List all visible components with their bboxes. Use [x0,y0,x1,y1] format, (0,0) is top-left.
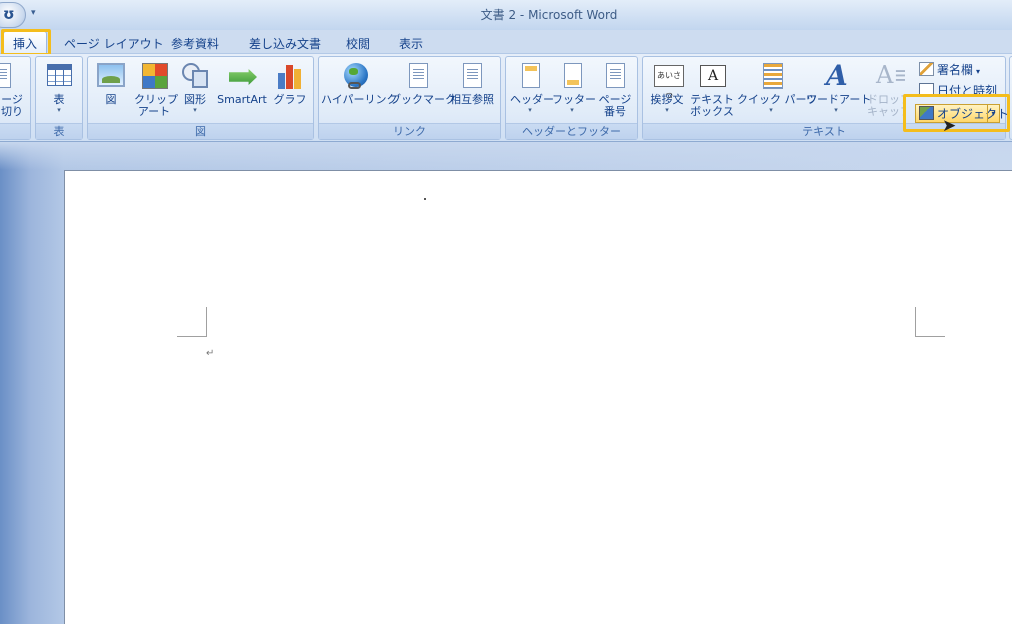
tab-review[interactable]: 校閲 [346,35,370,52]
margin-corner-right [915,307,945,337]
footer-icon [558,61,586,91]
table-icon [45,61,73,91]
object-dropdown-icon[interactable]: ▾ [987,105,999,122]
chart-button[interactable]: グラフ [272,61,308,106]
wordart-button[interactable]: A ワードアート ▾ [806,59,871,115]
document-workspace: ↵ [0,142,1012,624]
smartart-icon [228,61,257,91]
header-footer-group: ヘッダー ▾ フッター ▾ ページ 番号 ヘッダーとフッター [505,56,638,140]
signature-dropdown-icon: ▾ [976,67,981,76]
pages-group: ージ 切り [0,56,31,140]
ribbon: ージ 切り 表 ▾ 表 図 クリップ アート 図形 ▾ SmartArt グラフ… [0,54,1012,142]
table-dropdown-icon: ▾ [57,106,61,114]
text-box-button[interactable]: A テキスト ボックス [689,61,735,118]
clip-art-button[interactable]: クリップ アート [134,61,178,118]
tab-insert[interactable]: 挿入 [3,31,48,55]
text-box-icon: A [698,61,726,91]
tab-view[interactable]: 表示 [399,35,423,52]
paragraph-mark: ↵ [206,348,215,359]
cross-reference-icon [458,61,486,91]
picture-button[interactable]: 図 [96,61,126,106]
table-group: 表 ▾ 表 [35,56,83,140]
chart-icon [276,61,304,91]
object-icon [919,106,934,120]
wordart-icon: A [826,59,848,92]
quick-parts-dropdown-icon: ▾ [769,106,773,114]
drop-cap-icon: A≡ [876,61,905,89]
shapes-dropdown-icon: ▾ [193,106,197,114]
hyperlink-button[interactable]: ハイパーリンク [321,61,398,106]
pointer-cursor-icon: ➤ [942,116,957,136]
cross-reference-button[interactable]: 相互参照 [447,61,497,106]
links-group-label: リンク [319,123,500,139]
ribbon-tabs: 挿入 ページ レイアウト 参考資料 差し込み文書 校閲 表示 [0,30,1012,55]
shapes-icon [181,61,209,91]
header-icon [516,61,544,91]
header-footer-group-label: ヘッダーとフッター [506,123,637,139]
greeting-dropdown-icon: ▾ [665,106,669,114]
document-page[interactable]: ↵ [64,170,1012,624]
picture-icon [97,61,125,91]
greeting-button[interactable]: あいさつ 挨拶文 ▾ [647,61,687,114]
object-button[interactable]: オブジェクト ▾ [915,104,1009,123]
quick-parts-icon [757,61,785,91]
header-dropdown-icon: ▾ [528,106,532,114]
title-bar: ʊ ▾ 文書 2 - Microsoft Word [0,0,1012,30]
calendar-clock-icon [919,83,934,97]
illustrations-group: 図 クリップ アート 図形 ▾ SmartArt グラフ 図 [87,56,314,140]
table-group-label: 表 [36,123,82,139]
drop-cap-button[interactable]: A≡ ドロップ キャップ [867,61,905,118]
page-dot [424,198,426,200]
shapes-button[interactable]: 図形 ▾ [178,61,212,114]
smartart-button[interactable]: SmartArt [216,61,268,106]
links-group: ハイパーリンク ブックマーク 相互参照 リンク [318,56,501,140]
page-break-icon [0,61,26,91]
window-title: 文書 2 - Microsoft Word [480,8,618,22]
wordart-dropdown-icon: ▾ [834,106,838,114]
table-button[interactable]: 表 ▾ [44,61,74,114]
footer-dropdown-icon: ▾ [570,106,574,114]
greeting-icon: あいさつ [653,61,684,100]
page-number-icon [601,61,629,91]
illustrations-group-label: 図 [88,123,313,139]
quick-parts-button[interactable]: クイック パーツ ▾ [737,61,817,114]
bookmark-button[interactable]: ブックマーク [390,61,456,106]
tab-mailings[interactable]: 差し込み文書 [249,35,321,52]
signature-line-icon [919,62,934,76]
hyperlink-icon [341,61,369,91]
pages-group-label [0,123,30,139]
margin-corner-left [177,307,207,337]
footer-button[interactable]: フッター ▾ [552,61,596,114]
bookmark-icon [404,61,432,91]
header-button[interactable]: ヘッダー ▾ [510,61,554,114]
page-number-button[interactable]: ページ 番号 [596,61,634,118]
clip-art-icon [140,61,168,91]
tab-references[interactable]: 参考資料 [171,35,219,52]
page-break-button[interactable]: ージ 切り [0,61,27,118]
date-time-button[interactable]: 日付と時刻 [919,82,997,101]
tab-page-layout[interactable]: ページ レイアウト [64,35,164,52]
signature-line-button[interactable]: 署名欄 ▾ [919,61,980,80]
